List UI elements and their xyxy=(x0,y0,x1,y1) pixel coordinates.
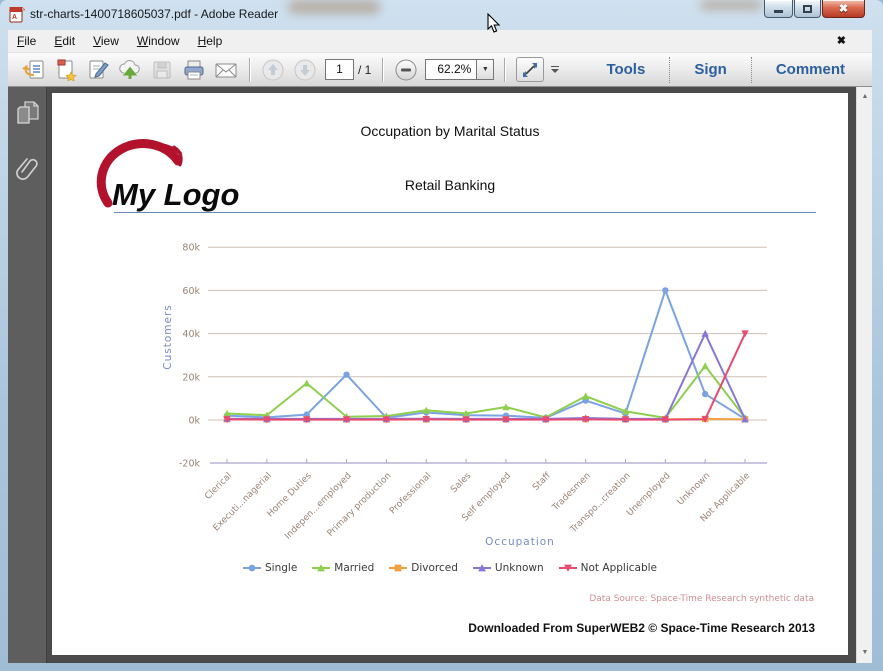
email-button[interactable] xyxy=(211,56,241,84)
page-thumbnails-icon xyxy=(16,101,39,124)
open-file-icon xyxy=(22,60,44,78)
minimize-button[interactable] xyxy=(764,0,793,18)
sign-panel-button[interactable]: Sign xyxy=(677,61,744,78)
print-icon xyxy=(184,60,204,79)
svg-text:0k: 0k xyxy=(188,416,200,427)
main-toolbar: 1 / 1 62.2% ▼ Tools Sign Comment xyxy=(8,53,872,87)
window-title: str-charts-1400718605037.pdf - Adobe Rea… xyxy=(30,7,279,21)
svg-text:40k: 40k xyxy=(182,329,200,340)
legend-marker-icon xyxy=(312,564,331,572)
zoom-out-icon xyxy=(395,59,417,80)
previous-page-icon xyxy=(262,59,284,80)
data-source-note: Data Source: Space-Time Research synthet… xyxy=(589,594,814,604)
svg-text:Professional: Professional xyxy=(388,471,433,516)
svg-text:A: A xyxy=(12,14,17,21)
next-page-icon xyxy=(294,59,316,80)
menu-file[interactable]: File xyxy=(8,31,45,51)
save-button[interactable] xyxy=(147,56,177,84)
scroll-down-icon[interactable]: ▼ xyxy=(857,645,873,661)
line-chart: 80k60k40k20k0k-20kClericalExecuti...nage… xyxy=(162,243,767,548)
legend-label: Divorced xyxy=(411,562,458,574)
legend-marker-icon xyxy=(243,564,261,572)
svg-text:20k: 20k xyxy=(182,372,200,383)
sign-document-button[interactable] xyxy=(83,56,113,84)
svg-text:Tradesmen: Tradesmen xyxy=(550,471,593,514)
menu-view[interactable]: View xyxy=(84,31,128,51)
save-icon xyxy=(153,61,171,78)
chevron-down-icon xyxy=(551,69,560,73)
legend-label: Married xyxy=(334,562,375,574)
document-pane: Occupation by Marital Status My Logo Ret… xyxy=(8,87,872,663)
legend-label: Unknown xyxy=(494,562,544,574)
svg-text:-20k: -20k xyxy=(179,459,201,470)
legend-label: Not Applicable xyxy=(580,562,657,574)
svg-text:Occupation: Occupation xyxy=(485,536,555,548)
download-footer: Downloaded From SuperWEB2 © Space-Time R… xyxy=(468,621,815,635)
legend-marker-icon xyxy=(472,564,491,572)
toolbar-more-button[interactable] xyxy=(547,58,563,82)
svg-text:Sales: Sales xyxy=(449,471,473,495)
adobe-reader-window: A str-charts-1400718605037.pdf - Adobe R… xyxy=(0,0,883,671)
zoom-level-input[interactable]: 62.2% xyxy=(425,59,478,80)
vertical-scrollbar[interactable]: ▲ ▼ xyxy=(856,87,872,663)
print-button[interactable] xyxy=(179,56,209,84)
titlebar-reflection xyxy=(288,0,380,14)
maximize-button[interactable] xyxy=(794,0,821,18)
chevron-down-icon: ▼ xyxy=(481,66,489,73)
legend-marker-icon xyxy=(389,564,408,572)
page-thumbnails-button[interactable] xyxy=(8,97,47,131)
svg-text:Customers: Customers xyxy=(162,304,174,369)
comment-panel-button[interactable]: Comment xyxy=(759,61,862,78)
fit-page-button[interactable] xyxy=(516,57,545,82)
legend-item: Single xyxy=(243,562,297,574)
menu-edit[interactable]: Edit xyxy=(45,31,84,51)
legend-marker-icon xyxy=(558,564,577,572)
menu-help[interactable]: Help xyxy=(189,31,232,51)
legend-item: Divorced xyxy=(389,562,458,574)
sign-document-icon xyxy=(89,60,109,78)
fit-page-icon xyxy=(523,62,538,77)
svg-text:60k: 60k xyxy=(182,286,200,297)
svg-text:80k: 80k xyxy=(182,243,200,254)
chart-legend: Single Married Divorced Unknown Not Applicab… xyxy=(52,562,848,574)
header-divider xyxy=(114,212,816,213)
close-icon: ✖ xyxy=(838,3,849,15)
svg-text:Staff: Staff xyxy=(531,470,553,492)
cloud-upload-icon xyxy=(119,59,140,79)
legend-item: Unknown xyxy=(472,562,544,574)
window-titlebar[interactable]: A str-charts-1400718605037.pdf - Adobe R… xyxy=(0,0,883,30)
my-logo: My Logo xyxy=(96,139,239,212)
navigation-sidebar xyxy=(8,87,47,663)
menu-window[interactable]: Window xyxy=(128,31,189,51)
svg-text:Indepen...employed: Indepen...employed xyxy=(283,471,354,542)
attachments-button[interactable] xyxy=(8,153,47,187)
report-subtitle: Retail Banking xyxy=(404,177,496,193)
create-pdf-icon xyxy=(57,59,77,81)
pdf-file-icon: A xyxy=(9,7,25,23)
legend-item: Not Applicable xyxy=(558,562,657,574)
titlebar-reflection xyxy=(700,0,762,10)
legend-label: Single xyxy=(265,562,298,574)
email-icon xyxy=(215,63,237,77)
create-pdf-button[interactable] xyxy=(51,56,81,84)
scroll-up-icon[interactable]: ▲ xyxy=(857,89,873,105)
pdf-page: Occupation by Marital Status My Logo Ret… xyxy=(52,93,848,655)
zoom-out-button[interactable] xyxy=(391,56,421,84)
previous-page-button[interactable] xyxy=(258,56,288,84)
tools-panel-button[interactable]: Tools xyxy=(589,61,662,78)
menubar-close-icon[interactable]: ✖ xyxy=(837,34,846,47)
svg-text:Unknown: Unknown xyxy=(676,471,713,508)
page-total-label: / 1 xyxy=(358,62,372,77)
open-file-button[interactable] xyxy=(19,56,49,84)
next-page-button[interactable] xyxy=(290,56,320,84)
close-button[interactable]: ✖ xyxy=(822,0,865,18)
legend-item: Married xyxy=(312,562,374,574)
menu-bar: File Edit View Window Help ✖ xyxy=(8,30,872,53)
zoom-dropdown-button[interactable]: ▼ xyxy=(477,59,495,80)
page-number-input[interactable]: 1 xyxy=(325,59,354,80)
cloud-upload-button[interactable] xyxy=(115,56,145,84)
attachments-icon xyxy=(15,158,38,180)
svg-text:Clerical: Clerical xyxy=(203,471,234,502)
